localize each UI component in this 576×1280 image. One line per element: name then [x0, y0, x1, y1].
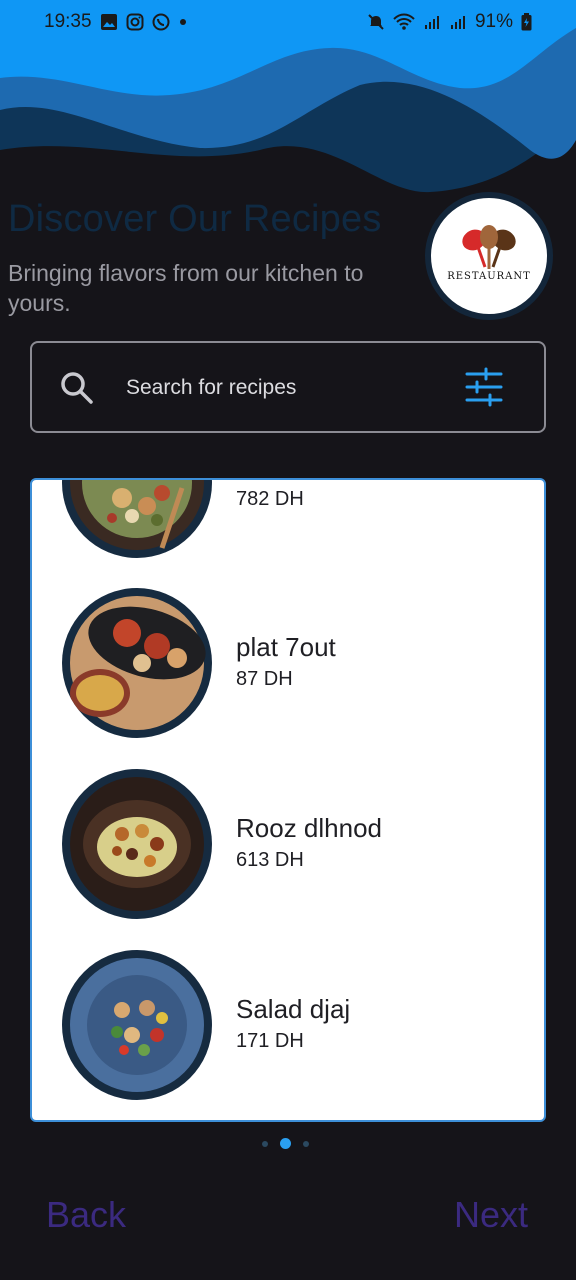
battery-percent: 91% — [474, 11, 513, 32]
recipe-price: 171 DH — [236, 1030, 304, 1052]
next-button[interactable]: Next — [454, 1194, 528, 1236]
whatsapp-icon — [152, 13, 170, 31]
status-right: 91% — [367, 11, 532, 33]
recipe-name: Salad djaj — [236, 994, 351, 1024]
signal-icon — [423, 13, 441, 31]
dot-icon — [178, 13, 188, 31]
recipe-price: 87 DH — [236, 668, 293, 690]
filter-sliders-icon[interactable] — [464, 367, 504, 412]
recipe-item[interactable]: Rooz dlhnod 613 DH — [32, 769, 544, 919]
status-time: 19:35 — [44, 11, 92, 32]
page-dot-active[interactable] — [280, 1138, 291, 1149]
back-button[interactable]: Back — [46, 1194, 126, 1236]
recipe-name: Rooz dlhnod — [236, 813, 382, 843]
page-dot[interactable] — [262, 1140, 268, 1147]
spoons-logo-icon — [462, 225, 516, 269]
recipe-image — [62, 480, 212, 558]
page-subtitle: Bringing flavors from our kitchen to you… — [8, 260, 364, 316]
page-title: Discover Our Recipes — [8, 198, 382, 240]
recipe-item[interactable]: 782 DH — [32, 480, 544, 558]
search-icon — [58, 369, 96, 412]
recipe-image — [62, 950, 212, 1100]
restaurant-logo: RESTAURANT — [425, 192, 553, 320]
battery-charging-icon — [521, 13, 532, 31]
mute-icon — [367, 13, 385, 31]
recipe-list-card[interactable]: 782 DH plat 7out 87 DH Rooz dlhnod 613 D… — [30, 478, 546, 1122]
recipe-image — [62, 588, 212, 738]
recipe-item[interactable]: plat 7out 87 DH — [32, 588, 544, 738]
status-left: 19:35 — [44, 11, 188, 33]
search-input[interactable] — [124, 365, 448, 411]
recipe-image — [62, 769, 212, 919]
logo-text: RESTAURANT — [447, 271, 531, 282]
wifi-icon — [393, 13, 415, 31]
signal-icon — [449, 13, 467, 31]
instagram-icon — [126, 13, 144, 31]
search-bar[interactable] — [30, 341, 546, 433]
gallery-icon — [100, 13, 118, 31]
recipe-item[interactable]: Salad djaj 171 DH — [32, 950, 544, 1100]
recipe-name: plat 7out — [236, 632, 336, 662]
recipe-price: 613 DH — [236, 849, 304, 871]
logo-subtext — [488, 282, 489, 287]
recipe-price: 782 DH — [236, 488, 304, 510]
page-indicator — [262, 1138, 309, 1149]
page-dot[interactable] — [303, 1140, 309, 1147]
status-bar: 19:35 91% — [0, 0, 576, 44]
